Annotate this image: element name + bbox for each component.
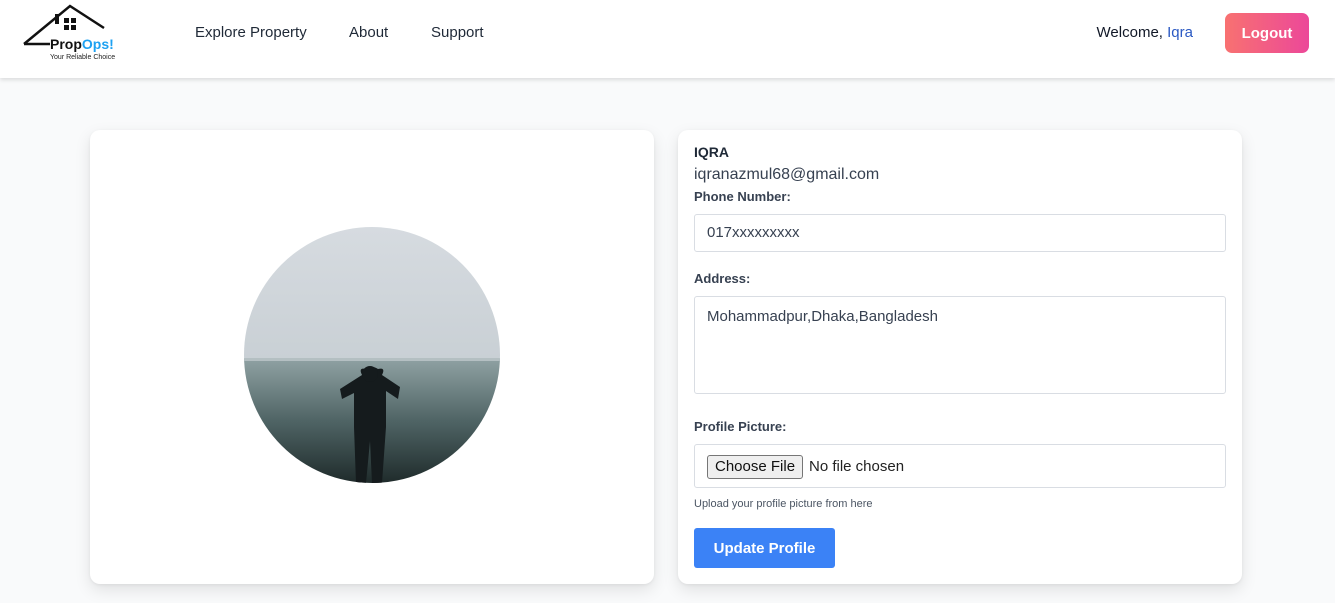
welcome-username: Iqra bbox=[1167, 24, 1193, 41]
profile-avatar bbox=[244, 227, 500, 483]
no-file-chosen-text: No file chosen bbox=[809, 458, 905, 475]
phone-input[interactable]: 017xxxxxxxxx bbox=[694, 214, 1226, 252]
address-textarea[interactable]: Mohammadpur,Dhaka,Bangladesh bbox=[694, 296, 1226, 394]
address-label: Address: bbox=[694, 271, 751, 286]
profile-picture-card bbox=[90, 130, 654, 584]
profile-picture-file-input[interactable]: Choose File No file chosen bbox=[694, 444, 1226, 488]
profile-form-card: IQRA iqranazmul68@gmail.com Phone Number… bbox=[678, 130, 1242, 584]
avatar-photo bbox=[244, 227, 500, 483]
profile-picture-label: Profile Picture: bbox=[694, 419, 787, 434]
navbar: PropOps! Your Reliable Choice Explore Pr… bbox=[0, 0, 1335, 78]
choose-file-button[interactable]: Choose File bbox=[707, 455, 804, 479]
logout-button[interactable]: Logout bbox=[1225, 13, 1309, 53]
welcome-message: Welcome, Iqra bbox=[1096, 24, 1193, 41]
nav-explore-property[interactable]: Explore Property bbox=[195, 24, 307, 41]
upload-helper-text: Upload your profile picture from here bbox=[694, 498, 873, 510]
logo-wordmark: PropOps! bbox=[50, 36, 114, 52]
update-profile-button[interactable]: Update Profile bbox=[694, 528, 835, 568]
nav-support[interactable]: Support bbox=[431, 24, 484, 41]
logo-tagline: Your Reliable Choice bbox=[50, 54, 116, 61]
profile-email: iqranazmul68@gmail.com bbox=[694, 166, 880, 183]
phone-label: Phone Number: bbox=[694, 189, 791, 204]
nav-about[interactable]: About bbox=[349, 24, 388, 41]
profile-name: IQRA bbox=[694, 144, 729, 160]
propops-logo[interactable]: PropOps! Your Reliable Choice bbox=[22, 4, 132, 64]
